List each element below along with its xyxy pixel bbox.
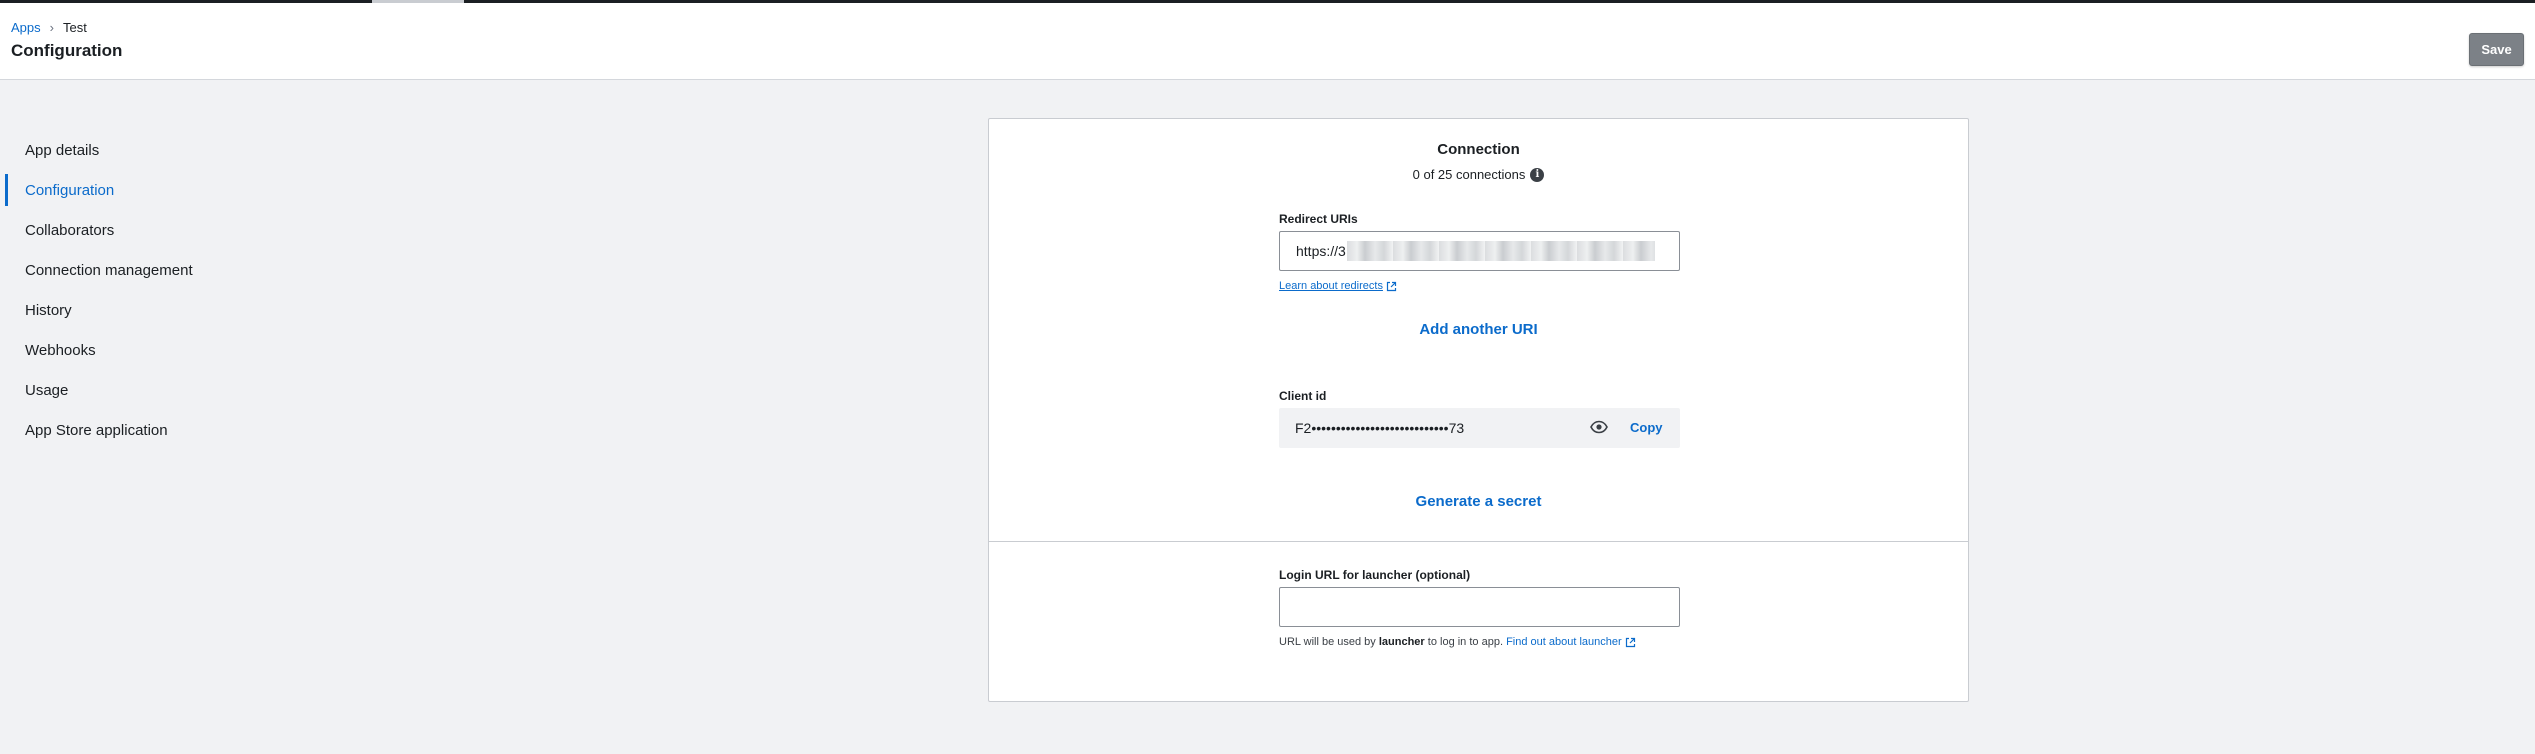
- breadcrumb-separator: ›: [49, 20, 54, 35]
- breadcrumb-apps-link[interactable]: Apps: [11, 20, 41, 35]
- sidebar-item-connection-management[interactable]: Connection management: [0, 250, 300, 290]
- connection-count: 0 of 25 connections i: [989, 167, 1968, 182]
- login-url-input[interactable]: [1279, 587, 1680, 627]
- save-button[interactable]: Save: [2469, 33, 2524, 66]
- info-icon[interactable]: i: [1530, 167, 1545, 182]
- helper-prefix: URL will be used by: [1279, 636, 1379, 648]
- sidebar-item-app-store-application[interactable]: App Store application: [0, 410, 300, 450]
- learn-about-redirects-link[interactable]: Learn about redirects: [1279, 280, 1397, 292]
- sidebar-item-usage[interactable]: Usage: [0, 370, 300, 410]
- generate-secret-button[interactable]: Generate a secret: [989, 493, 1968, 510]
- sidebar-item-history[interactable]: History: [0, 290, 300, 330]
- redirect-uri-input[interactable]: https://3: [1279, 231, 1680, 271]
- helper-bold: launcher: [1378, 636, 1425, 648]
- redirect-uris-label: Redirect URIs: [1279, 212, 1358, 226]
- breadcrumb: Apps › Test: [11, 20, 87, 35]
- connection-count-text: 0 of 25 connections: [1412, 167, 1526, 182]
- eye-icon[interactable]: [1590, 420, 1608, 434]
- learn-about-redirects-label: Learn about redirects: [1279, 280, 1383, 292]
- section-divider: [989, 541, 1968, 542]
- sidebar-item-app-details[interactable]: App details: [0, 130, 300, 170]
- copy-button[interactable]: Copy: [1630, 420, 1663, 435]
- redacted-uri-mask: [1346, 241, 1655, 261]
- sidebar-item-collaborators[interactable]: Collaborators: [0, 210, 300, 250]
- external-link-icon: [1386, 281, 1397, 291]
- sidebar-item-webhooks[interactable]: Webhooks: [0, 330, 300, 370]
- client-id-value: F2••••••••••••••••••••••••••••73: [1295, 420, 1465, 436]
- connection-card: Connection 0 of 25 connections i Redirec…: [988, 118, 1969, 702]
- login-url-helper: URL will be used by launcher to log in t…: [1279, 636, 1636, 648]
- add-another-uri-button[interactable]: Add another URI: [989, 321, 1968, 338]
- sidebar-item-configuration[interactable]: Configuration: [0, 170, 300, 210]
- breadcrumb-current: Test: [62, 20, 87, 35]
- sidebar-nav: App details Configuration Collaborators …: [0, 130, 300, 450]
- external-link-icon: [1625, 637, 1635, 647]
- client-id-label: Client id: [1279, 389, 1327, 403]
- page-header: Apps › Test Configuration Save: [0, 3, 2535, 80]
- helper-suffix: to log in to app.: [1424, 636, 1507, 648]
- connection-title: Connection: [1437, 141, 1520, 158]
- find-out-launcher-link[interactable]: Find out about launcher: [1506, 636, 1622, 648]
- client-id-field: F2••••••••••••••••••••••••••••73 Copy: [1279, 408, 1680, 448]
- login-url-label: Login URL for launcher (optional): [1279, 568, 1471, 582]
- page-title: Configuration: [11, 41, 123, 60]
- redirect-uri-value: https://3: [1296, 243, 1346, 259]
